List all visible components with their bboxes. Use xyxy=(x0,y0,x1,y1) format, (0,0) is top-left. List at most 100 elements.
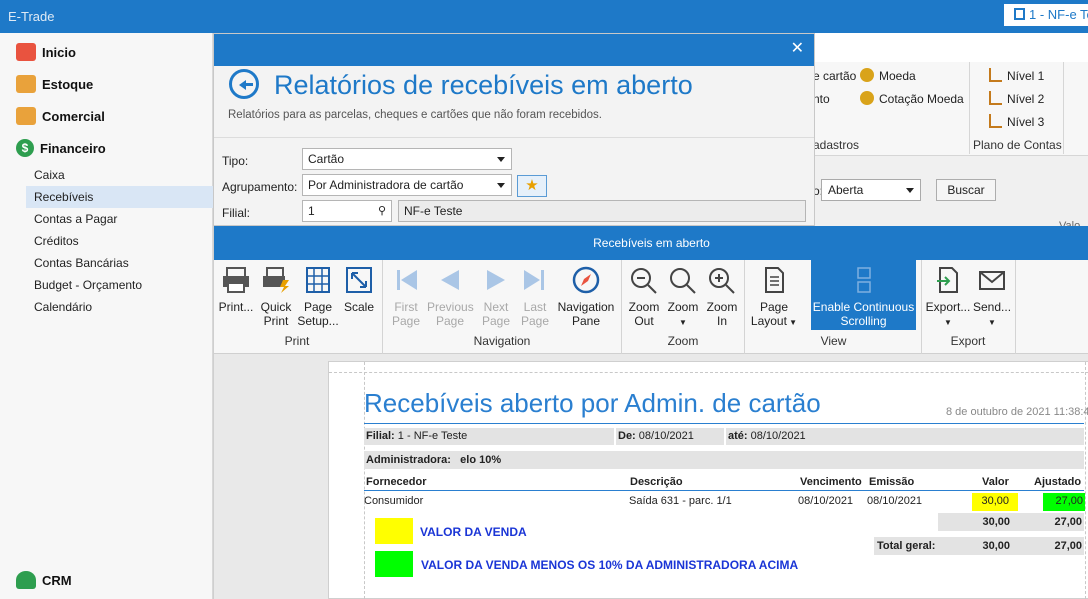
menu-label: CRM xyxy=(42,572,72,588)
group-zoom: Zoom xyxy=(667,334,699,348)
search-icon[interactable]: ⚲ xyxy=(378,204,386,217)
dialog-subtitle: Relatórios para as parcelas, cheques e c… xyxy=(228,109,602,121)
scale-button[interactable]: Scale xyxy=(341,260,377,330)
continuous-scrolling-button[interactable]: Enable Continuous Scrolling xyxy=(811,260,916,330)
ribbon-nivel3[interactable]: Nível 3 xyxy=(1007,115,1044,129)
legend-valor-venda: VALOR DA VENDA xyxy=(420,525,527,539)
agrupamento-select[interactable]: Por Administradora de cartão xyxy=(302,174,512,196)
ribbon-nivel1[interactable]: Nível 1 xyxy=(1007,69,1044,83)
cell-emissao: 08/10/2021 xyxy=(867,495,923,507)
ribbon-ento[interactable]: nto xyxy=(813,92,830,106)
back-arrow-icon[interactable] xyxy=(229,69,259,99)
sidebar-item-recebiveis[interactable]: Recebíveis xyxy=(26,186,213,208)
sidebar-item-contas-bancarias[interactable]: Contas Bancárias xyxy=(26,252,213,274)
zoom-in-button[interactable]: Zoom In xyxy=(703,260,741,330)
sidebar-item-caixa[interactable]: Caixa xyxy=(26,164,213,186)
agrupamento-label: Agrupamento: xyxy=(222,180,298,194)
report-page: Recebíveis aberto por Admin. de cartão 8… xyxy=(328,361,1088,599)
status-select[interactable]: Aberta xyxy=(821,179,921,201)
preview-ribbon: Print... Quick Print Page Setup... Scale P… xyxy=(214,260,1088,354)
button-label: Last xyxy=(523,300,547,314)
ribbon-moeda[interactable]: Moeda xyxy=(879,69,916,83)
dialog-title: Relatórios de recebíveis em aberto xyxy=(274,70,693,100)
previous-page-button[interactable]: Previous Page xyxy=(427,260,474,330)
filial-cell: Filial: 1 - NF-e Teste xyxy=(364,428,614,445)
next-page-icon xyxy=(476,260,516,300)
last-page-button[interactable]: Last Page xyxy=(516,260,554,330)
ribbon-group-cadastros: adastros xyxy=(813,138,860,152)
favorite-star-button[interactable]: ★ xyxy=(517,175,547,197)
report-date: 8 de outubro de 2021 11:38:40 xyxy=(946,406,1088,418)
ribbon-cartao[interactable]: e cartão xyxy=(813,69,856,83)
cell-fornecedor: Consumidor xyxy=(364,495,424,507)
sidebar-item-calendario[interactable]: Calendário xyxy=(26,296,213,318)
page-layout-button[interactable]: Page Layout ▼ xyxy=(748,260,800,330)
menu-financeiro[interactable]: $ Financeiro xyxy=(16,137,106,159)
connection-indicator[interactable]: 1 - NF-e Teste xyxy=(1004,4,1088,26)
ribbon-separator xyxy=(969,62,970,154)
margin-guide xyxy=(329,372,1088,373)
preview-window: Recebíveis em aberto Print... Quick Print… xyxy=(213,226,1088,599)
zoom-out-button[interactable]: Zoom Out xyxy=(625,260,663,330)
filial-value: 1 - NF-e Teste xyxy=(397,430,468,442)
user-add-icon xyxy=(16,571,36,589)
zoom-button[interactable]: Zoom ▼ xyxy=(664,260,702,330)
close-icon[interactable]: ✕ xyxy=(791,38,804,58)
menu-label: Comercial xyxy=(42,108,105,124)
tipo-select[interactable]: Cartão xyxy=(302,148,512,170)
ribbon-separator xyxy=(382,260,383,354)
button-label: Layout xyxy=(750,314,787,328)
total-valor: 30,00 xyxy=(982,540,1010,552)
quick-print-button[interactable]: Quick Print xyxy=(256,260,296,330)
print-button[interactable]: Print... xyxy=(217,260,255,330)
menu-crm[interactable]: CRM xyxy=(16,569,72,591)
button-label: Navigation xyxy=(557,300,615,314)
quick-print-icon xyxy=(256,260,296,300)
legend-valor-ajustado: VALOR DA VENDA MENOS OS 10% DA ADMINISTR… xyxy=(421,558,799,572)
sidebar-item-contas-a-pagar[interactable]: Contas a Pagar xyxy=(26,208,213,230)
star-icon: ★ xyxy=(525,177,539,194)
subtotal-valor: 30,00 xyxy=(982,516,1010,528)
sidebar-item-budget[interactable]: Budget - Orçamento xyxy=(26,274,213,296)
ribbon-nivel2[interactable]: Nível 2 xyxy=(1007,92,1044,106)
export-button[interactable]: Export... ▼ xyxy=(925,260,971,330)
button-label: First xyxy=(394,300,418,314)
search-button[interactable]: Buscar xyxy=(936,179,996,201)
page-setup-button[interactable]: Page Setup... xyxy=(297,260,339,330)
preview-title: Recebíveis em aberto xyxy=(214,226,1088,260)
next-page-button[interactable]: Next Page xyxy=(476,260,516,330)
app-titlebar: E-Trade 1 - NF-e Teste xyxy=(0,0,1088,33)
zoom-in-icon xyxy=(703,260,741,300)
chevron-down-icon: ▼ xyxy=(786,318,798,327)
ribbon-separator xyxy=(744,260,745,354)
tipo-label: Tipo: xyxy=(222,154,249,168)
connection-label: 1 - NF-e Teste xyxy=(1029,7,1088,22)
ribbon-cotacao[interactable]: Cotação Moeda xyxy=(879,92,964,106)
first-page-button[interactable]: First Page xyxy=(386,260,426,330)
button-label: Page xyxy=(520,314,550,328)
legend-swatch-green xyxy=(375,551,413,577)
app-title: E-Trade xyxy=(8,9,55,24)
navigation-pane-button[interactable]: Navigation Pane xyxy=(555,260,617,330)
background-filter-bar: o: Aberta Buscar Valo xyxy=(813,156,1088,232)
background-ribbon: e cartão Moeda nto Cotação Moeda adastro… xyxy=(813,62,1088,156)
button-label: Export... xyxy=(925,300,971,314)
cell-ajustado: 27,00 xyxy=(1043,493,1085,511)
report-title-rule xyxy=(364,423,1084,424)
menu-estoque[interactable]: Estoque xyxy=(16,73,93,95)
sidebar-item-creditos[interactable]: Créditos xyxy=(26,230,213,252)
page-setup-icon xyxy=(297,260,339,300)
col-ajustado: Ajustado xyxy=(1034,476,1082,488)
button-label: Print xyxy=(263,314,289,328)
button-label: In xyxy=(716,314,727,328)
filial-code-input[interactable]: 1 ⚲ xyxy=(302,200,392,222)
scale-icon xyxy=(341,260,377,300)
compass-icon xyxy=(555,260,617,300)
subtotal-ajustado: 27,00 xyxy=(1054,516,1082,528)
send-button[interactable]: Send... ▼ xyxy=(973,260,1011,330)
last-page-icon xyxy=(516,260,554,300)
zoom-out-icon xyxy=(625,260,663,300)
continuous-scroll-icon xyxy=(811,260,916,300)
menu-inicio[interactable]: Inicio xyxy=(16,41,76,63)
menu-comercial[interactable]: Comercial xyxy=(16,105,105,127)
